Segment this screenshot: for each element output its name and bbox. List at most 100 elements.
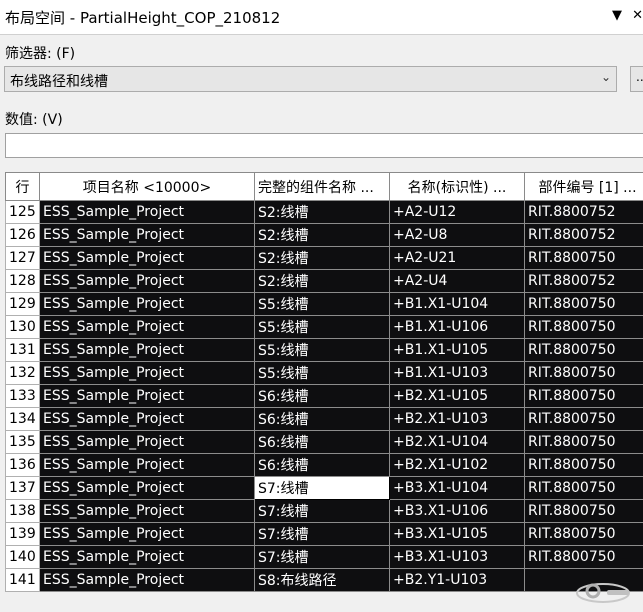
part-cell[interactable]: RIT.8800750 bbox=[524, 246, 643, 270]
part-cell[interactable]: RIT.8800750 bbox=[524, 499, 643, 523]
table-row[interactable]: 137 ESS_Sample_Project S7:线槽 +B3.X1-U104 RIT… bbox=[5, 476, 643, 500]
component-cell[interactable]: S5:线槽 bbox=[254, 338, 390, 362]
part-cell[interactable]: RIT.8800750 bbox=[524, 430, 643, 454]
name-cell[interactable]: +B3.X1-U105 bbox=[389, 522, 525, 546]
table-row[interactable]: 128 ESS_Sample_Project S2:线槽 +A2-U4 RIT.8800… bbox=[5, 269, 643, 293]
table-row[interactable]: 140 ESS_Sample_Project S7:线槽 +B3.X1-U103 RIT… bbox=[5, 545, 643, 569]
row-number-cell[interactable]: 125 bbox=[5, 200, 40, 224]
component-cell[interactable]: S2:线槽 bbox=[254, 246, 390, 270]
project-cell[interactable]: ESS_Sample_Project bbox=[39, 361, 255, 385]
name-cell[interactable]: +B3.X1-U103 bbox=[389, 545, 525, 569]
row-number-cell[interactable]: 141 bbox=[5, 568, 40, 592]
component-cell[interactable]: S2:线槽 bbox=[254, 223, 390, 247]
project-cell[interactable]: ESS_Sample_Project bbox=[39, 315, 255, 339]
project-cell[interactable]: ESS_Sample_Project bbox=[39, 384, 255, 408]
table-row[interactable]: 130 ESS_Sample_Project S5:线槽 +B1.X1-U106 RIT… bbox=[5, 315, 643, 339]
component-cell[interactable]: S7:线槽 bbox=[254, 476, 390, 500]
name-cell[interactable]: +B2.Y1-U103 bbox=[389, 568, 525, 592]
project-cell[interactable]: ESS_Sample_Project bbox=[39, 338, 255, 362]
name-cell[interactable]: +B2.X1-U103 bbox=[389, 407, 525, 431]
project-cell[interactable]: ESS_Sample_Project bbox=[39, 269, 255, 293]
project-cell[interactable]: ESS_Sample_Project bbox=[39, 246, 255, 270]
part-cell[interactable]: RIT.8800750 bbox=[524, 292, 643, 316]
row-number-cell[interactable]: 137 bbox=[5, 476, 40, 500]
component-cell[interactable]: S5:线槽 bbox=[254, 292, 390, 316]
part-cell[interactable]: RIT.8800750 bbox=[524, 315, 643, 339]
column-header-name[interactable]: 名称(标识性) ... bbox=[389, 172, 525, 201]
row-number-cell[interactable]: 131 bbox=[5, 338, 40, 362]
component-cell[interactable]: S6:线槽 bbox=[254, 407, 390, 431]
project-cell[interactable]: ESS_Sample_Project bbox=[39, 499, 255, 523]
project-cell[interactable]: ESS_Sample_Project bbox=[39, 568, 255, 592]
component-cell[interactable]: S5:线槽 bbox=[254, 361, 390, 385]
name-cell[interactable]: +B1.X1-U103 bbox=[389, 361, 525, 385]
project-cell[interactable]: ESS_Sample_Project bbox=[39, 522, 255, 546]
part-cell[interactable]: RIT.8800752 bbox=[524, 200, 643, 224]
table-row[interactable]: 126 ESS_Sample_Project S2:线槽 +A2-U8 RIT.8800… bbox=[5, 223, 643, 247]
part-cell[interactable] bbox=[524, 568, 643, 592]
value-input[interactable] bbox=[5, 133, 643, 158]
part-cell[interactable]: RIT.8800752 bbox=[524, 223, 643, 247]
part-cell[interactable]: RIT.8800750 bbox=[524, 476, 643, 500]
column-header-row[interactable]: 行 bbox=[5, 172, 40, 201]
name-cell[interactable]: +A2-U12 bbox=[389, 200, 525, 224]
project-cell[interactable]: ESS_Sample_Project bbox=[39, 292, 255, 316]
part-cell[interactable]: RIT.8800750 bbox=[524, 407, 643, 431]
project-cell[interactable]: ESS_Sample_Project bbox=[39, 223, 255, 247]
table-row[interactable]: 133 ESS_Sample_Project S6:线槽 +B2.X1-U105 RIT… bbox=[5, 384, 643, 408]
part-cell[interactable]: RIT.8800750 bbox=[524, 361, 643, 385]
part-cell[interactable]: RIT.8800750 bbox=[524, 338, 643, 362]
component-cell[interactable]: S8:布线路径 bbox=[254, 568, 390, 592]
table-row[interactable]: 135 ESS_Sample_Project S6:线槽 +B2.X1-U104 RIT… bbox=[5, 430, 643, 454]
component-cell[interactable]: S7:线槽 bbox=[254, 522, 390, 546]
row-number-cell[interactable]: 140 bbox=[5, 545, 40, 569]
table-row[interactable]: 139 ESS_Sample_Project S7:线槽 +B3.X1-U105 RIT… bbox=[5, 522, 643, 546]
part-cell[interactable]: RIT.8800750 bbox=[524, 545, 643, 569]
row-number-cell[interactable]: 136 bbox=[5, 453, 40, 477]
project-cell[interactable]: ESS_Sample_Project bbox=[39, 200, 255, 224]
table-row[interactable]: 132 ESS_Sample_Project S5:线槽 +B1.X1-U103 RIT… bbox=[5, 361, 643, 385]
component-cell[interactable]: S7:线槽 bbox=[254, 545, 390, 569]
column-header-part[interactable]: 部件编号 [1] ... bbox=[524, 172, 643, 201]
project-cell[interactable]: ESS_Sample_Project bbox=[39, 407, 255, 431]
name-cell[interactable]: +B1.X1-U104 bbox=[389, 292, 525, 316]
row-number-cell[interactable]: 135 bbox=[5, 430, 40, 454]
table-row[interactable]: 141 ESS_Sample_Project S8:布线路径 +B2.Y1-U103 bbox=[5, 568, 643, 592]
name-cell[interactable]: +B3.X1-U106 bbox=[389, 499, 525, 523]
part-cell[interactable]: RIT.8800750 bbox=[524, 453, 643, 477]
row-number-cell[interactable]: 128 bbox=[5, 269, 40, 293]
name-cell[interactable]: +B2.X1-U104 bbox=[389, 430, 525, 454]
table-row[interactable]: 127 ESS_Sample_Project S2:线槽 +A2-U21 RIT.880… bbox=[5, 246, 643, 270]
row-number-cell[interactable]: 129 bbox=[5, 292, 40, 316]
column-header-component[interactable]: 完整的组件名称 ... bbox=[254, 172, 390, 201]
component-cell[interactable]: S7:线槽 bbox=[254, 499, 390, 523]
table-row[interactable]: 129 ESS_Sample_Project S5:线槽 +B1.X1-U104 RIT… bbox=[5, 292, 643, 316]
part-cell[interactable]: RIT.8800752 bbox=[524, 269, 643, 293]
part-cell[interactable]: RIT.8800750 bbox=[524, 522, 643, 546]
table-row[interactable]: 125 ESS_Sample_Project S2:线槽 +A2-U12 RIT.880… bbox=[5, 200, 643, 224]
name-cell[interactable]: +A2-U21 bbox=[389, 246, 525, 270]
project-cell[interactable]: ESS_Sample_Project bbox=[39, 453, 255, 477]
component-cell[interactable]: S2:线槽 bbox=[254, 200, 390, 224]
column-header-project[interactable]: 项目名称 <10000> bbox=[39, 172, 255, 201]
close-icon[interactable]: ✕ bbox=[632, 8, 643, 23]
component-cell[interactable]: S6:线槽 bbox=[254, 384, 390, 408]
filter-options-button[interactable]: ... bbox=[630, 66, 643, 92]
row-number-cell[interactable]: 127 bbox=[5, 246, 40, 270]
row-number-cell[interactable]: 132 bbox=[5, 361, 40, 385]
project-cell[interactable]: ESS_Sample_Project bbox=[39, 430, 255, 454]
table-row[interactable]: 131 ESS_Sample_Project S5:线槽 +B1.X1-U105 RIT… bbox=[5, 338, 643, 362]
row-number-cell[interactable]: 138 bbox=[5, 499, 40, 523]
component-cell[interactable]: S5:线槽 bbox=[254, 315, 390, 339]
project-cell[interactable]: ESS_Sample_Project bbox=[39, 545, 255, 569]
name-cell[interactable]: +B1.X1-U106 bbox=[389, 315, 525, 339]
part-cell[interactable]: RIT.8800750 bbox=[524, 384, 643, 408]
name-cell[interactable]: +B3.X1-U104 bbox=[389, 476, 525, 500]
row-number-cell[interactable]: 126 bbox=[5, 223, 40, 247]
name-cell[interactable]: +B1.X1-U105 bbox=[389, 338, 525, 362]
table-row[interactable]: 136 ESS_Sample_Project S6:线槽 +B2.X1-U102 RIT… bbox=[5, 453, 643, 477]
project-cell[interactable]: ESS_Sample_Project bbox=[39, 476, 255, 500]
row-number-cell[interactable]: 134 bbox=[5, 407, 40, 431]
component-cell[interactable]: S6:线槽 bbox=[254, 453, 390, 477]
name-cell[interactable]: +B2.X1-U102 bbox=[389, 453, 525, 477]
